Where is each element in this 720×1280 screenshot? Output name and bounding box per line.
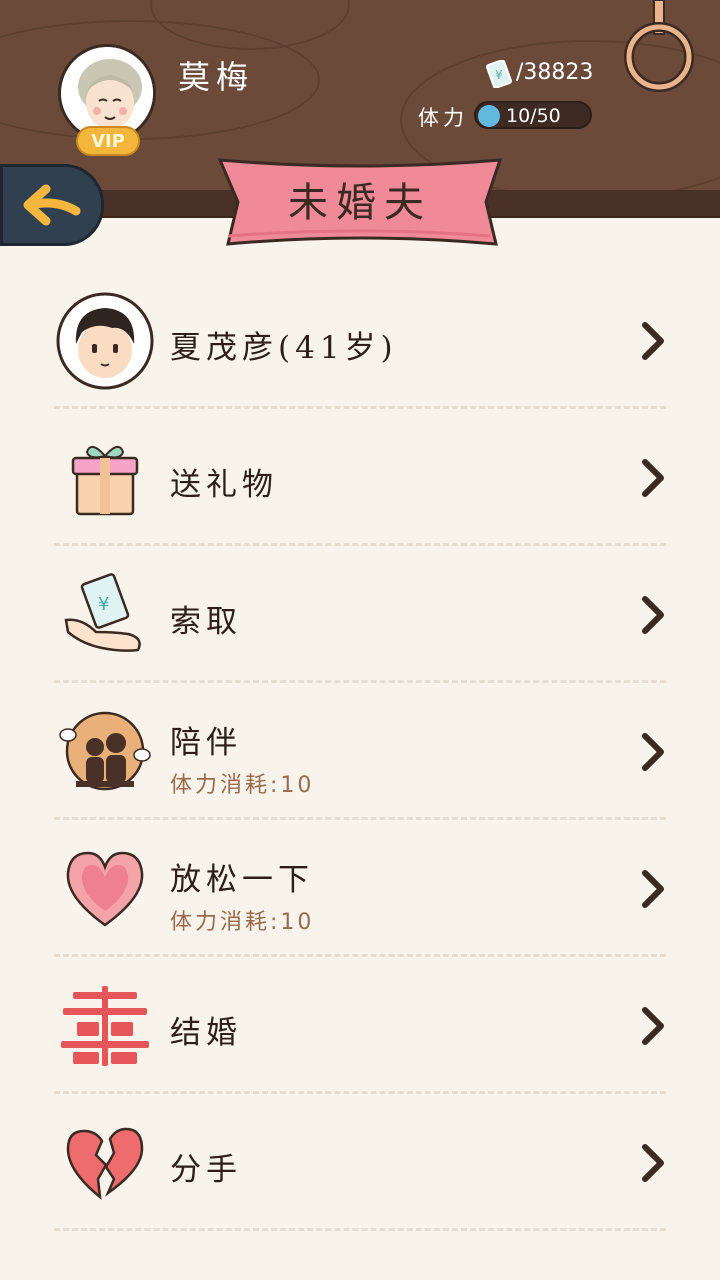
- list-item-ask-money[interactable]: ¥ 索取: [54, 546, 666, 683]
- row-stamina-cost: 体力消耗:10: [170, 910, 315, 935]
- back-button[interactable]: [0, 164, 104, 246]
- row-title: 夏茂彦(41岁): [170, 330, 398, 366]
- stamina-bar: 10/50: [474, 101, 592, 129]
- row-title: 结婚: [170, 1015, 242, 1051]
- row-title: 分手: [170, 1152, 242, 1188]
- list-item-accompany[interactable]: 陪伴 体力消耗:10: [54, 683, 666, 820]
- row-title: 索取: [170, 604, 242, 640]
- list-item-send-gift[interactable]: 送礼物: [54, 409, 666, 546]
- list-item-relax[interactable]: 放松一下 体力消耗:10: [54, 820, 666, 957]
- stamina-drop-icon: [478, 105, 500, 127]
- pull-ring-icon[interactable]: [622, 0, 698, 96]
- chevron-right-icon: [642, 1007, 664, 1045]
- gift-box-icon: [56, 429, 154, 527]
- chevron-right-icon: [642, 322, 664, 360]
- back-arrow-icon: [23, 184, 81, 226]
- double-happiness-icon: [56, 977, 154, 1075]
- stamina-label: 体力: [418, 106, 468, 130]
- list-item-marry[interactable]: 结婚: [54, 957, 666, 1094]
- stamina-value: 10/50: [506, 105, 561, 127]
- row-stamina-cost: 体力消耗:10: [170, 773, 315, 798]
- chevron-right-icon: [642, 733, 664, 771]
- chevron-right-icon: [642, 870, 664, 908]
- chevron-right-icon: [642, 459, 664, 497]
- svg-text:¥: ¥: [495, 68, 503, 82]
- man-avatar-icon: [56, 292, 154, 390]
- chevron-right-icon: [642, 1144, 664, 1182]
- user-name: 莫梅: [178, 58, 255, 96]
- broken-heart-icon: [56, 1114, 154, 1212]
- chevron-right-icon: [642, 596, 664, 634]
- row-title: 陪伴: [170, 725, 242, 761]
- money-amount: /38823: [516, 60, 594, 85]
- couple-silhouette-icon: [56, 703, 154, 801]
- hand-money-icon: ¥: [56, 566, 154, 664]
- vip-badge: VIP: [76, 126, 140, 156]
- list-item-break-up[interactable]: 分手: [54, 1094, 666, 1231]
- row-title: 放松一下: [170, 862, 314, 898]
- page-title: 未婚夫: [288, 180, 432, 226]
- heart-icon: [56, 840, 154, 938]
- row-title: 送礼物: [170, 467, 278, 503]
- list-item-fiance[interactable]: 夏茂彦(41岁): [54, 272, 666, 409]
- money-bill-icon: ¥: [486, 60, 512, 88]
- action-list: 夏茂彦(41岁) 送礼物 ¥ 索取 陪伴 体力消耗:10 放松一下 体力消耗:1…: [54, 272, 666, 1231]
- svg-text:¥: ¥: [98, 594, 109, 615]
